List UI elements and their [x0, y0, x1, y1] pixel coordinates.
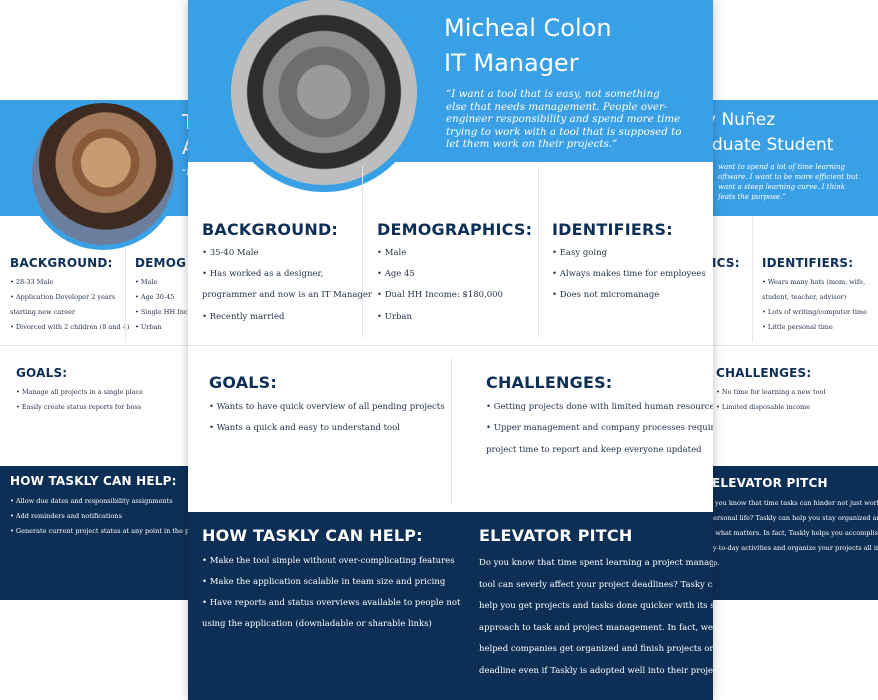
challenges-item: • No time for learning a new tool — [716, 388, 826, 396]
quote-line: “I want a tool that is easy, not somethi… — [446, 88, 660, 100]
help-heading: HOW TASKLY CAN HELP: — [202, 526, 423, 545]
identifiers-heading: IDENTIFIERS: — [762, 256, 854, 270]
help-heading: HOW TASKLY CAN HELP: — [10, 474, 177, 488]
avatar — [27, 100, 179, 250]
persona-role: duate Student — [712, 135, 834, 155]
section-divider — [0, 345, 200, 346]
demographics-heading: DEMOG — [135, 256, 187, 270]
background-item: • Divorced with 2 children (8 and 4) — [10, 323, 130, 331]
demographics-heading: ICS: — [712, 256, 740, 270]
help-item: • Make the tool simple without over-comp… — [202, 556, 455, 566]
quote-line: engineer responsibility and spend more t… — [446, 113, 681, 125]
background-heading: BACKGROUND: — [10, 256, 113, 270]
identifiers-heading: IDENTIFIERS: — [552, 220, 673, 239]
challenges-item: • Upper management and company processes… — [486, 423, 713, 433]
background-item: • 28-33 Male — [10, 278, 54, 286]
background-item: • Has worked as a designer, — [202, 269, 324, 279]
quote-line: else that needs management. People over- — [446, 100, 668, 113]
help-item: • Generate current project status at any… — [10, 527, 200, 535]
help-item: • Make the application scalable in team … — [202, 577, 446, 587]
background-item: • 35-40 Male — [202, 248, 259, 258]
column-divider — [125, 246, 126, 342]
identifiers-item: • Wears many hats (mom, wife, — [762, 278, 866, 286]
identifiers-item: student, teacher, advisor) — [762, 293, 847, 301]
quote-line: want a steep learning curve. I think — [718, 183, 845, 191]
help-item: • Allow due dates and responsibility ass… — [10, 497, 173, 505]
challenges-heading: CHALLENGES: — [486, 373, 613, 392]
goals-item: • Easily create status reports for boss — [16, 403, 142, 411]
pitch-text: o you know that time tasks can hinder no… — [709, 496, 878, 571]
identifiers-item: • Little personal time — [762, 323, 833, 331]
goals-heading: GOALS: — [209, 373, 278, 392]
column-divider — [362, 166, 363, 338]
pitch-line: Do you know that time spent learning a p… — [479, 558, 713, 568]
background-item: programmer and now is an IT Manager — [202, 290, 372, 300]
identifiers-item: • Lots of writing/computer time — [762, 308, 867, 316]
quote-line: feats the purpose.” — [718, 193, 786, 201]
goals-item: • Manage all projects in a single place — [16, 388, 143, 396]
quote-line: oftware. I want to be more efficient but — [718, 173, 859, 181]
avatar — [224, 0, 424, 192]
help-item: • Have reports and status overviews avai… — [202, 598, 461, 608]
pitch-line: n what matters. In fact, Taskly helps yo… — [709, 529, 878, 537]
pitch-line: help you get projects and tasks done qui… — [479, 601, 713, 611]
pitch-line: deadline even if Taskly is adopted well … — [479, 665, 713, 676]
demographics-item: • Male — [377, 248, 407, 258]
avatar-photo — [32, 103, 174, 245]
section-divider — [700, 345, 878, 346]
challenges-item: • Getting projects done with limited hum… — [486, 402, 713, 412]
goals-heading: GOALS: — [16, 366, 68, 380]
avatar-photo — [231, 0, 417, 185]
pitch-heading: ELEVATOR PITCH — [712, 476, 828, 490]
quote-line: let them work on their projects.” — [446, 138, 618, 150]
column-divider — [752, 216, 753, 342]
pitch-line: pp. — [709, 559, 720, 567]
pitch-line: personal life? Taskly can help you stay … — [709, 514, 878, 522]
identifiers-item: • Always makes time for employees — [552, 269, 706, 279]
demographics-item: • Male — [135, 278, 158, 286]
column-divider — [451, 358, 452, 504]
pitch-line: helped companies get organized and finis… — [479, 644, 713, 654]
persona-name: y Nuñez — [706, 110, 776, 130]
challenges-heading: CHALLENGES: — [716, 366, 812, 380]
pitch-text: Do you know that time spent learning a p… — [479, 553, 713, 682]
demographics-heading: DEMOGRAPHICS: — [377, 220, 533, 239]
background-heading: BACKGROUND: — [202, 220, 339, 239]
pitch-line: o you know that time tasks can hinder no… — [709, 499, 878, 507]
pitch-line: tool can severly affect your project dea… — [479, 579, 713, 590]
demographics-item: • Age 45 — [377, 269, 415, 279]
quote-line: trying to work with a tool that is suppo… — [446, 125, 682, 138]
goals-item: • Wants a quick and easy to understand t… — [209, 423, 400, 433]
persona-card-left: T A “I BACKGROUND: • 28-33 Male • Applic… — [0, 100, 200, 600]
challenges-item: project time to report and keep everyone… — [486, 445, 702, 455]
help-item: using the application (downladable or sh… — [202, 619, 432, 629]
goals-item: • Wants to have quick overview of all pe… — [209, 402, 445, 412]
pitch-line: approach to task and project management.… — [479, 622, 713, 633]
persona-card-center: Micheal Colon IT Manager “I want a tool … — [188, 0, 713, 700]
persona-quote: want to spend a lot of time learning oft… — [718, 162, 858, 202]
demographics-item: • Age 30-45 — [135, 293, 175, 301]
quote-line: want to spend a lot of time learning — [718, 163, 846, 171]
persona-card-right: y Nuñez duate Student want to spend a lo… — [700, 100, 878, 600]
demographics-item: • Urban — [135, 323, 162, 331]
demographics-item: • Dual HH Income: $180,000 — [377, 290, 503, 300]
persona-quote: “I want a tool that is easy, not somethi… — [446, 88, 681, 151]
section-divider — [188, 345, 713, 346]
help-item: • Add reminders and notifications — [10, 512, 122, 520]
background-item: • Application Developer 2 years — [10, 293, 116, 301]
persona-role: IT Manager — [444, 49, 579, 77]
identifiers-item: • Easy going — [552, 248, 608, 258]
background-item: • Recently married — [202, 312, 285, 322]
identifiers-item: • Does not micromanage — [552, 290, 660, 300]
pitch-heading: ELEVATOR PITCH — [479, 526, 633, 545]
demographics-item: • Urban — [377, 312, 412, 322]
challenges-item: • Limited disposable income — [716, 403, 811, 411]
persona-name: Micheal Colon — [444, 14, 612, 42]
background-item: starting new career — [10, 308, 76, 316]
column-divider — [538, 166, 539, 338]
pitch-line: ay-to-day activities and organize your p… — [709, 544, 878, 552]
